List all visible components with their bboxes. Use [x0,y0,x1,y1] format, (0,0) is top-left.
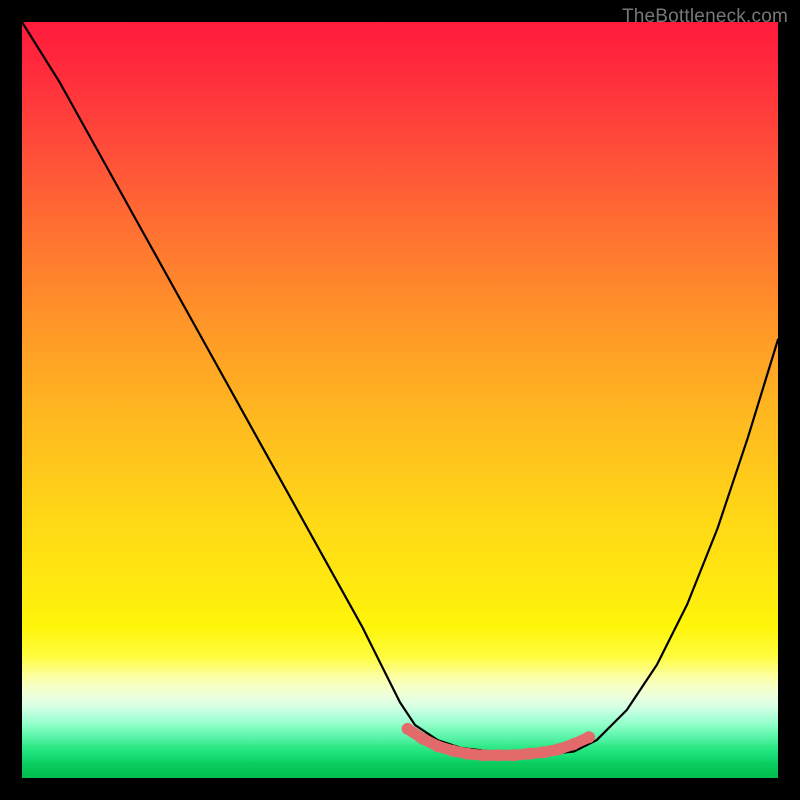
marker-dot [492,749,504,761]
marker-dot [523,748,535,760]
marker-band [402,723,595,761]
plot-area [22,22,778,778]
marker-dot [507,749,519,761]
bottleneck-curve [22,22,778,778]
marker-dot [553,743,565,755]
marker-dot [538,746,550,758]
marker-dot [432,740,444,752]
marker-dot [568,738,580,750]
marker-dot [462,748,474,760]
marker-dot [402,723,414,735]
marker-dot [447,745,459,757]
marker-dot [583,731,595,743]
chart-container: TheBottleneck.com [0,0,800,800]
curve-polyline [22,22,778,754]
marker-dot [417,733,429,745]
marker-dot [477,749,489,761]
